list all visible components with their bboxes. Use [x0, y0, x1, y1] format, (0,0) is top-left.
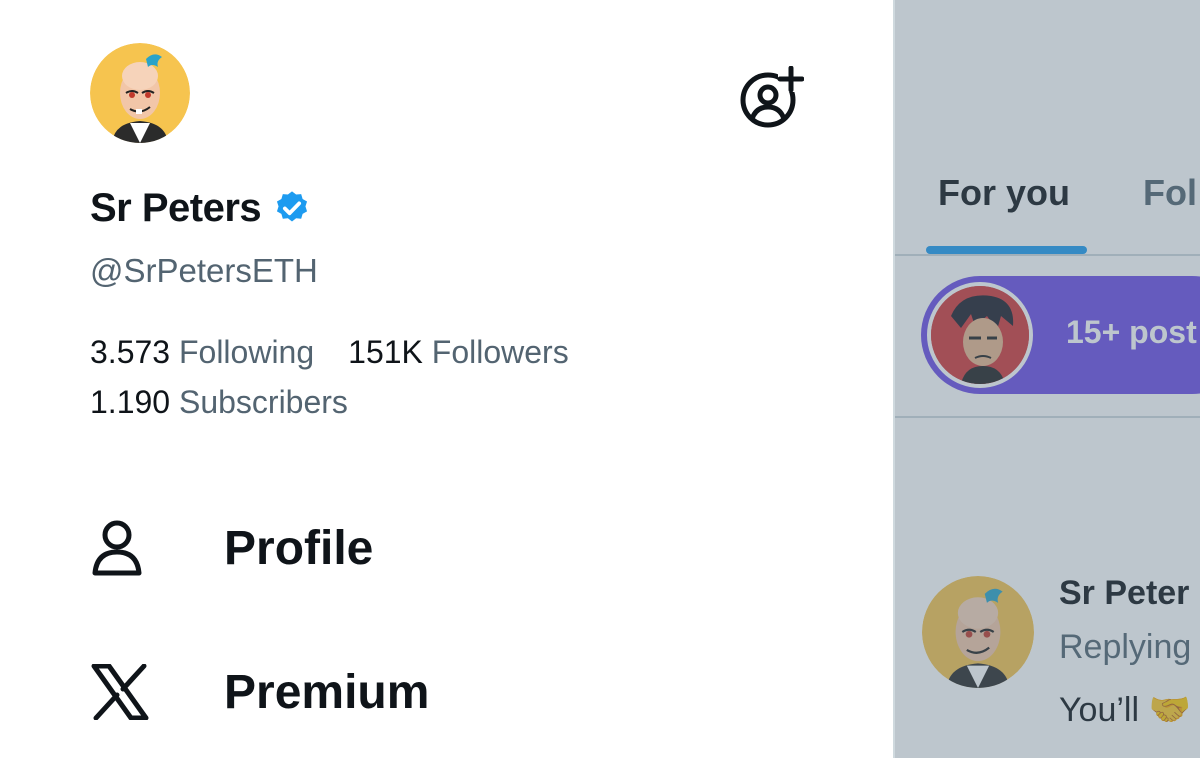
- account-handle: @SrPetersETH: [90, 252, 318, 289]
- account-name-row: Sr Peters: [90, 182, 311, 234]
- new-posts-label: 15+ post: [1066, 314, 1197, 350]
- divider: [895, 416, 1200, 418]
- add-account-button[interactable]: [738, 65, 805, 128]
- subscribers-count: 1.190: [90, 384, 171, 420]
- cartoon-avatar-icon: [931, 286, 1029, 384]
- nav-item-label: Profile: [224, 521, 374, 575]
- post-replying-to: Replying: [1059, 628, 1192, 666]
- timeline-tabs: For you Fol: [895, 0, 1200, 256]
- following-count: 3.573: [90, 334, 171, 370]
- add-account-icon: [740, 65, 805, 128]
- cartoon-avatar-icon: [90, 43, 190, 143]
- post-avatar[interactable]: [922, 576, 1034, 688]
- nav-item-profile[interactable]: Profile: [90, 508, 373, 588]
- nav-item-premium[interactable]: Premium: [90, 652, 429, 732]
- home-timeline: For you Fol 15+ post Sr Peter Replying Y…: [893, 0, 1200, 758]
- tab-following[interactable]: Fol: [1143, 172, 1197, 214]
- nav-item-label: Premium: [224, 665, 430, 719]
- cartoon-avatar-icon: [922, 576, 1034, 688]
- display-name[interactable]: Sr Peters: [90, 186, 262, 231]
- pill-avatar: [927, 282, 1033, 388]
- account-avatar[interactable]: [90, 43, 190, 143]
- followers-stat[interactable]: 151K Followers: [348, 332, 569, 372]
- followers-count: 151K: [348, 334, 423, 370]
- timeline-post[interactable]: Sr Peter Replying You’ll 🤝: [895, 560, 1200, 758]
- following-stat[interactable]: 3.573 Following: [90, 332, 314, 372]
- subscribers-label: Subscribers: [178, 384, 348, 420]
- post-author-name[interactable]: Sr Peter: [1059, 574, 1189, 613]
- verified-badge-icon: [277, 191, 308, 222]
- post-text: You’ll 🤝: [1059, 691, 1191, 729]
- account-drawer: Sr Peters @SrPetersETH 3.573 Following 1…: [0, 0, 893, 758]
- x-logo-icon: [90, 657, 160, 727]
- new-posts-pill[interactable]: 15+ post: [921, 276, 1200, 394]
- active-tab-indicator: [926, 246, 1087, 254]
- followers-label: Followers: [431, 334, 569, 370]
- following-label: Following: [178, 334, 315, 370]
- tab-for-you[interactable]: For you: [938, 172, 1070, 214]
- person-icon: [90, 513, 160, 583]
- account-stats: 3.573 Following 151K Followers 1.190 Sub…: [90, 332, 603, 422]
- subscribers-stat[interactable]: 1.190 Subscribers: [90, 382, 348, 422]
